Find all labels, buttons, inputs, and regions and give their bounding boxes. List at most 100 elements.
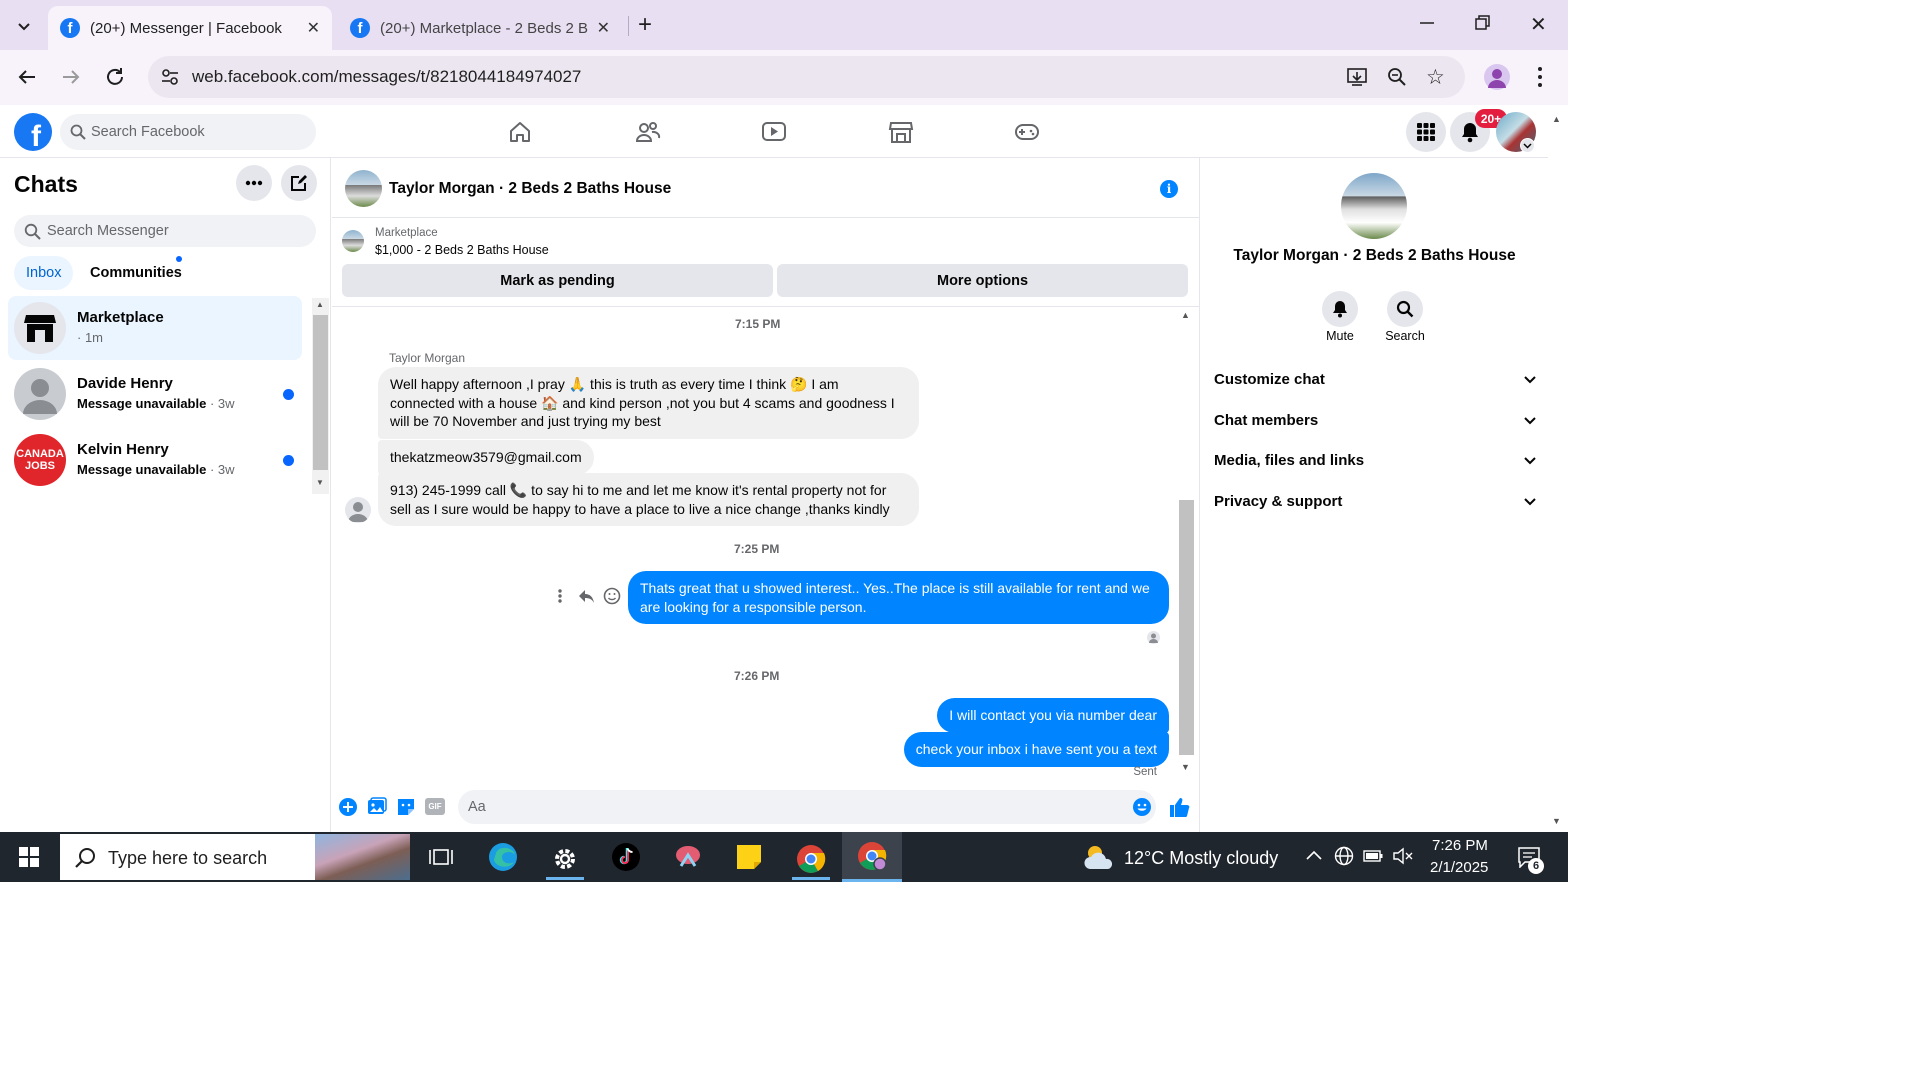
zoom-icon[interactable] <box>1386 66 1408 88</box>
chats-options-button[interactable] <box>236 165 272 201</box>
forward-icon[interactable] <box>60 66 82 88</box>
scroll-up-icon[interactable]: ▲ <box>316 300 324 309</box>
message-more-icon[interactable] <box>556 588 564 604</box>
show-hidden-icons-icon[interactable] <box>1306 849 1322 861</box>
search-placeholder: Search Messenger <box>47 223 169 239</box>
details-avatar[interactable] <box>1341 173 1407 239</box>
react-icon[interactable] <box>603 587 621 605</box>
outgoing-message[interactable]: Thats great that u showed interest.. Yes… <box>628 571 1169 624</box>
address-bar[interactable]: web.facebook.com/messages/t/821804418497… <box>148 56 1465 98</box>
active-app-highlight[interactable] <box>842 832 902 882</box>
home-icon[interactable] <box>508 120 532 144</box>
mark-as-pending-button[interactable]: Mark as pending <box>342 264 773 297</box>
install-app-icon[interactable] <box>1346 66 1368 88</box>
outgoing-message[interactable]: I will contact you via number dear <box>937 698 1169 733</box>
listing-thumbnail[interactable] <box>342 230 364 252</box>
incoming-message[interactable]: thekatzmeow3579@gmail.com <box>378 440 594 475</box>
emoji-icon[interactable] <box>1132 797 1152 817</box>
seen-avatar <box>1147 631 1160 644</box>
gif-icon[interactable]: GIF <box>425 798 445 815</box>
tab-search-icon[interactable] <box>14 16 34 36</box>
tiktok-icon[interactable] <box>607 840 645 874</box>
chat-members-section[interactable]: Chat members <box>1214 412 1536 429</box>
search-conversation-button[interactable] <box>1387 291 1423 327</box>
taskbar-date[interactable]: 2/1/2025 <box>1430 859 1488 876</box>
reply-icon[interactable] <box>577 588 595 604</box>
volume-muted-icon[interactable] <box>1392 847 1414 865</box>
scrollbar-thumb[interactable] <box>313 315 328 470</box>
new-tab-icon[interactable]: + <box>638 11 652 39</box>
new-message-button[interactable] <box>281 165 317 201</box>
conversation-avatar[interactable] <box>345 170 382 207</box>
task-view-icon[interactable] <box>422 840 460 874</box>
edge-browser-icon[interactable] <box>484 840 522 874</box>
scroll-down-icon[interactable]: ▼ <box>1181 762 1190 772</box>
tab-inbox[interactable]: Inbox <box>14 256 74 290</box>
account-chevron-icon[interactable] <box>1520 138 1535 153</box>
info-icon[interactable]: i <box>1160 180 1178 198</box>
facebook-logo-icon[interactable]: f <box>14 113 52 151</box>
more-options-button[interactable]: More options <box>777 264 1188 297</box>
close-tab-icon[interactable]: ✕ <box>597 18 610 38</box>
back-icon[interactable] <box>16 66 38 88</box>
chat-item-davide-henry[interactable]: Davide Henry Message unavailable · 3w <box>8 362 302 426</box>
minimize-icon[interactable] <box>1418 14 1436 32</box>
incoming-message[interactable]: 913) 245-1999 call 📞 to say hi to me and… <box>378 473 919 526</box>
language-globe-icon[interactable] <box>1334 846 1354 866</box>
weather-text[interactable]: 12°C Mostly cloudy <box>1124 848 1278 869</box>
tab-messenger[interactable]: f (20+) Messenger | Facebook ✕ <box>48 6 332 50</box>
page-scrollbar[interactable]: ▲ ▼ <box>1548 106 1568 832</box>
scroll-down-icon[interactable]: ▼ <box>1552 816 1561 826</box>
tab-marketplace[interactable]: f (20+) Marketplace - 2 Beds 2 B ✕ <box>338 6 622 50</box>
privacy-support-section[interactable]: Privacy & support <box>1214 493 1536 510</box>
scrollbar-thumb[interactable] <box>1179 500 1194 755</box>
chrome-icon[interactable] <box>792 840 830 880</box>
media-files-links-section[interactable]: Media, files and links <box>1214 452 1536 469</box>
profile-icon[interactable] <box>1484 64 1510 90</box>
reload-icon[interactable] <box>104 66 126 88</box>
sticky-notes-icon[interactable] <box>730 840 768 874</box>
customize-chat-section[interactable]: Customize chat <box>1214 371 1536 388</box>
scroll-down-icon[interactable]: ▼ <box>316 478 324 487</box>
incoming-message[interactable]: Well happy afternoon ,I pray 🙏 this is t… <box>378 367 919 439</box>
gaming-icon[interactable] <box>1014 120 1040 144</box>
outgoing-message[interactable]: check your inbox i have sent you a text <box>903 732 1169 767</box>
chat-item-kelvin-henry[interactable]: CANADA JOBS Kelvin Henry Message unavaila… <box>8 428 302 492</box>
mute-button[interactable] <box>1322 291 1358 327</box>
restore-icon[interactable] <box>1474 14 1492 32</box>
scroll-up-icon[interactable]: ▲ <box>1181 310 1190 320</box>
taskbar-time[interactable]: 7:26 PM <box>1432 837 1488 854</box>
friends-icon[interactable] <box>635 120 661 144</box>
more-actions-icon[interactable] <box>338 797 358 817</box>
site-info-icon[interactable] <box>160 67 180 87</box>
chat-item-marketplace[interactable]: Marketplace · 1m <box>8 296 302 360</box>
sticker-icon[interactable] <box>396 797 416 817</box>
messages-scrollbar[interactable]: ▲ ▼ <box>1178 310 1195 776</box>
search-icon <box>74 847 96 869</box>
menu-grid-icon[interactable] <box>1406 112 1446 152</box>
listing-text[interactable]: $1,000 - 2 Beds 2 Baths House <box>375 243 549 257</box>
sender-avatar[interactable] <box>345 497 371 523</box>
browser-menu-icon[interactable] <box>1532 65 1548 89</box>
close-window-icon[interactable]: ✕ <box>1530 12 1547 37</box>
video-icon[interactable] <box>761 120 787 144</box>
timestamp: 7:26 PM <box>734 669 780 683</box>
attach-photo-icon[interactable] <box>367 797 387 817</box>
chat-list-scrollbar[interactable]: ▲ ▼ <box>312 298 329 494</box>
battery-icon[interactable] <box>1362 847 1384 865</box>
like-icon[interactable] <box>1168 796 1190 818</box>
close-tab-icon[interactable]: ✕ <box>307 18 320 38</box>
snipping-tool-icon[interactable] <box>669 840 707 874</box>
taskbar-search-box[interactable]: Type here to search <box>60 834 410 880</box>
message-input[interactable]: Aa <box>458 790 1156 824</box>
windows-start-icon[interactable] <box>10 840 48 874</box>
weather-cloud-icon[interactable] <box>1082 842 1116 872</box>
scroll-up-icon[interactable]: ▲ <box>1552 114 1561 124</box>
settings-icon[interactable] <box>546 840 584 880</box>
marketplace-icon[interactable] <box>888 120 914 144</box>
bookmark-star-icon[interactable]: ☆ <box>1426 65 1445 90</box>
listing-label: Marketplace <box>375 227 438 239</box>
conversation-title[interactable]: Taylor Morgan · 2 Beds 2 Baths House <box>389 180 671 198</box>
facebook-search-input[interactable]: Search Facebook <box>60 114 316 150</box>
messenger-search-input[interactable]: Search Messenger <box>14 215 316 247</box>
